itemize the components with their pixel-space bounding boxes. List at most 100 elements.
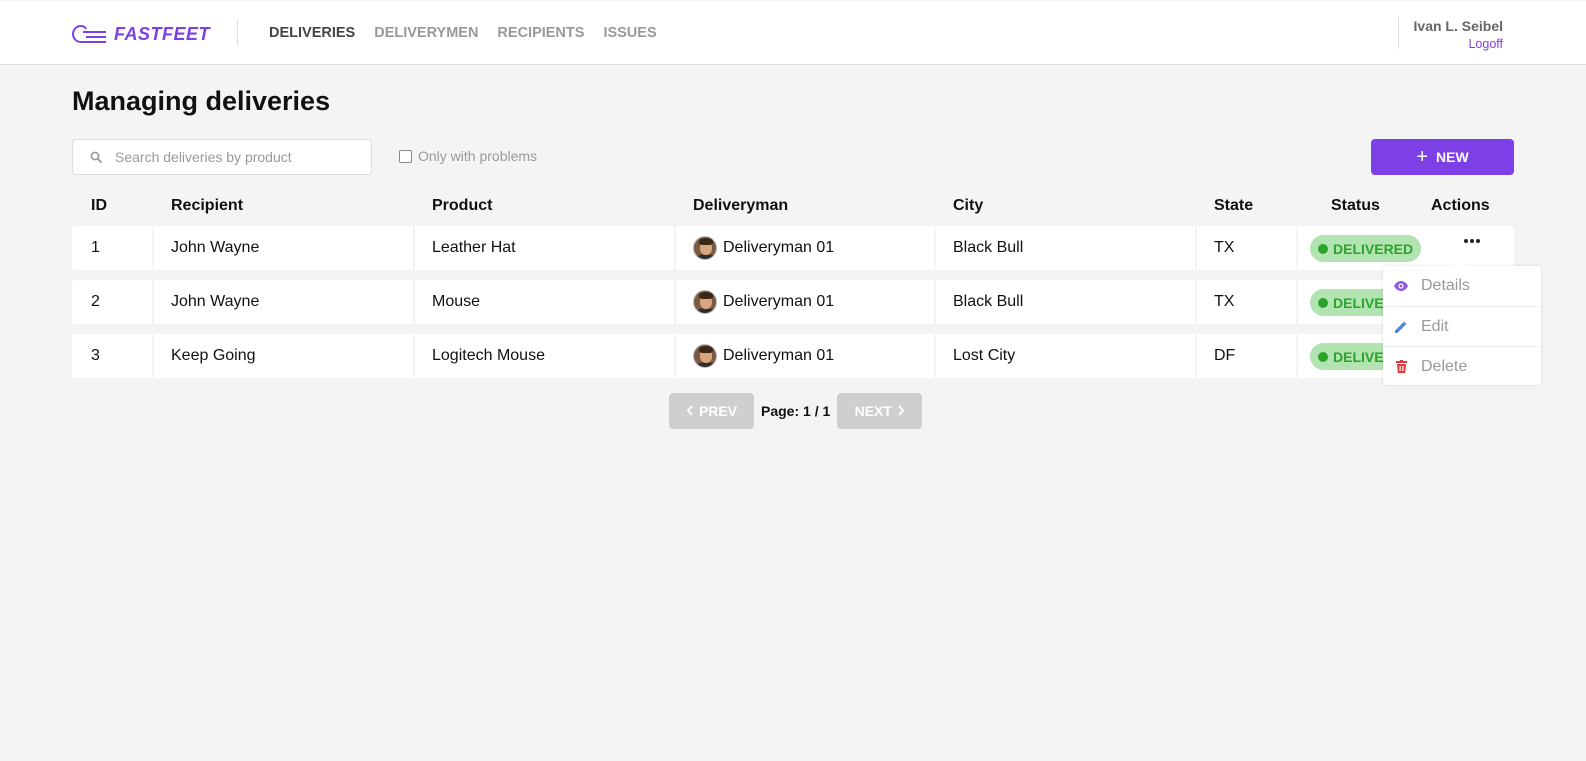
prev-label: PREV <box>698 403 738 419</box>
menu-item-details[interactable]: Details <box>1383 266 1541 306</box>
cell-deliveryman: Deliveryman 01 <box>693 344 834 368</box>
menu-item-label: Delete <box>1421 357 1468 375</box>
column-divider <box>674 280 676 324</box>
nav-deliveries[interactable]: DELIVERIES <box>269 25 355 41</box>
menu-item-label: Details <box>1421 277 1470 294</box>
cell-deliveryman: Deliveryman 01 <box>693 290 834 314</box>
trash-icon <box>1393 359 1409 375</box>
next-page-button[interactable]: NEXT <box>837 393 923 429</box>
cell-city: Lost City <box>953 347 1016 364</box>
column-header-deliveryman: Deliveryman <box>693 197 789 214</box>
table-row: 1 John Wayne Leather Hat Deliveryman 01 … <box>72 226 1514 270</box>
status-dot-icon <box>1318 297 1328 308</box>
actions-dropdown: Details Edit Delete <box>1383 259 1541 386</box>
cell-product: Logitech Mouse <box>432 347 545 364</box>
cell-id: 1 <box>91 239 100 256</box>
column-divider <box>152 334 154 378</box>
logoff-link[interactable]: Logoff <box>1414 37 1503 51</box>
cell-city: Black Bull <box>953 293 1024 310</box>
pencil-icon <box>1393 319 1409 335</box>
next-label: NEXT <box>854 403 892 419</box>
column-divider <box>934 334 936 378</box>
page-indicator: Page: 1 / 1 <box>761 403 831 419</box>
search-icon <box>90 151 103 164</box>
column-divider <box>152 280 154 324</box>
fastfeet-logo[interactable]: FASTFEET <box>72 21 210 47</box>
nav-deliverymen[interactable]: DELIVERYMEN <box>374 25 478 41</box>
dropdown-arrow <box>1451 259 1465 266</box>
problems-checkbox[interactable] <box>399 149 412 163</box>
user-divider <box>1398 17 1399 49</box>
column-divider <box>1195 226 1197 270</box>
new-button-label: NEW <box>1436 149 1469 165</box>
deliveryman-avatar <box>693 344 717 368</box>
cell-id: 2 <box>91 293 100 310</box>
column-divider <box>1296 226 1298 270</box>
column-divider <box>152 226 154 270</box>
new-delivery-button[interactable]: + NEW <box>1371 139 1514 175</box>
search-box <box>72 139 372 175</box>
column-header-id: ID <box>91 197 107 214</box>
cell-recipient: John Wayne <box>171 293 260 310</box>
status-dot-icon <box>1318 243 1328 254</box>
main-nav: DELIVERIES DELIVERYMEN RECIPIENTS ISSUES <box>269 25 657 41</box>
column-header-city: City <box>953 197 984 214</box>
column-divider <box>1296 334 1298 378</box>
user-name: Ivan L. Seibel <box>1413 18 1503 34</box>
column-divider <box>413 334 415 378</box>
cell-id: 3 <box>91 347 100 364</box>
page-title: Managing deliveries <box>72 86 331 116</box>
row-actions-button[interactable] <box>1462 234 1482 248</box>
column-divider <box>1195 280 1197 324</box>
cell-product: Mouse <box>432 293 481 310</box>
cell-product: Leather Hat <box>432 239 516 256</box>
cell-state: DF <box>1214 347 1236 364</box>
top-header: FASTFEET DELIVERIES DELIVERYMEN RECIPIEN… <box>0 1 1586 65</box>
plus-icon: + <box>1416 146 1428 168</box>
cell-recipient: John Wayne <box>171 239 260 256</box>
deliveryman-name: Deliveryman 01 <box>723 239 835 256</box>
search-input[interactable] <box>115 149 355 165</box>
delivery-truck-icon <box>72 22 108 46</box>
cell-deliveryman: Deliveryman 01 <box>693 236 834 260</box>
cell-state: TX <box>1214 293 1235 310</box>
column-header-actions: Actions <box>1431 197 1490 214</box>
chevron-right-icon <box>898 403 905 419</box>
column-header-product: Product <box>432 197 493 214</box>
problems-filter[interactable]: Only with problems <box>399 148 537 164</box>
status-badge: DELIVERED <box>1310 235 1422 262</box>
table-row: 2 John Wayne Mouse Deliveryman 01 Black … <box>72 280 1514 324</box>
column-header-state: State <box>1214 197 1254 214</box>
prev-page-button[interactable]: PREV <box>669 393 754 429</box>
chevron-left-icon <box>686 403 693 419</box>
column-divider <box>1296 280 1298 324</box>
pagination: PREV Page: 1 / 1 NEXT <box>669 393 923 429</box>
nav-recipients[interactable]: RECIPIENTS <box>497 25 584 41</box>
column-divider <box>674 226 676 270</box>
menu-item-delete[interactable]: Delete <box>1383 346 1541 386</box>
deliveryman-avatar <box>693 290 717 314</box>
column-header-status: Status <box>1331 197 1380 214</box>
column-divider <box>674 334 676 378</box>
table-row: 3 Keep Going Logitech Mouse Deliveryman … <box>72 334 1514 378</box>
header-divider <box>237 20 238 46</box>
cell-city: Black Bull <box>953 239 1024 256</box>
cell-recipient: Keep Going <box>171 347 256 364</box>
column-divider <box>413 280 415 324</box>
table-header: ID Recipient Product Deliveryman City St… <box>72 197 1514 217</box>
deliveryman-name: Deliveryman 01 <box>723 293 835 310</box>
problems-filter-label: Only with problems <box>418 148 538 164</box>
column-divider <box>413 226 415 270</box>
cell-state: TX <box>1214 239 1235 256</box>
eye-icon <box>1393 278 1409 294</box>
column-divider <box>934 280 936 324</box>
menu-item-label: Edit <box>1421 317 1449 335</box>
user-info: Ivan L. Seibel Logoff <box>1414 18 1503 51</box>
column-divider <box>934 226 936 270</box>
menu-item-edit[interactable]: Edit <box>1383 306 1541 346</box>
logo-text: FASTFEET <box>114 23 211 44</box>
status-label: DELIVERED <box>1333 240 1414 257</box>
nav-issues[interactable]: ISSUES <box>603 25 656 41</box>
column-divider <box>1195 334 1197 378</box>
column-header-recipient: Recipient <box>171 197 244 214</box>
